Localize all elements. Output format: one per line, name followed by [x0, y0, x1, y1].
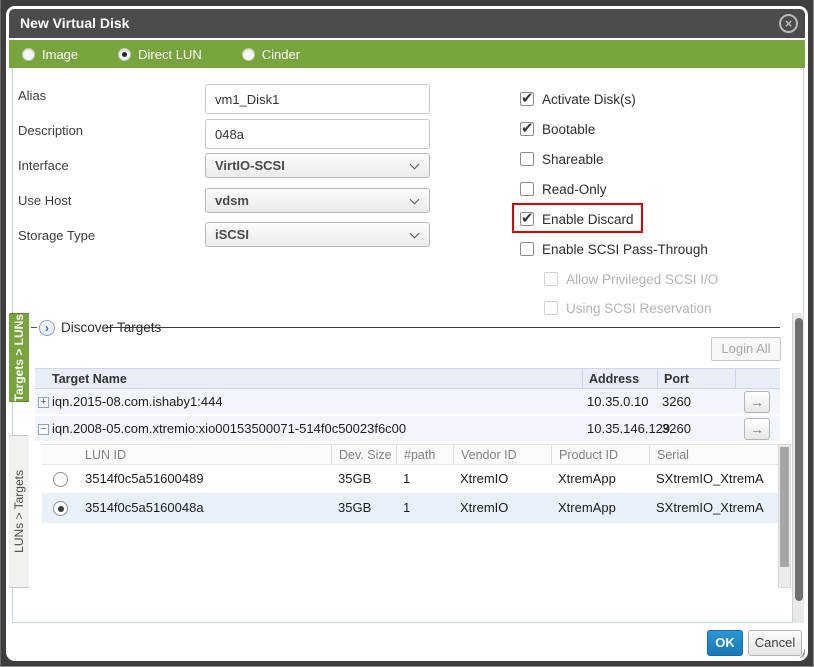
target-address: 10.35.146.129	[587, 416, 670, 441]
close-icon[interactable]: ×	[779, 14, 798, 33]
target-address: 10.35.0.10	[587, 389, 648, 414]
luns-table-scrollbar[interactable]	[778, 444, 791, 588]
tab-targets-to-luns[interactable]: Targets > LUNs	[9, 313, 29, 402]
col-path: #path	[396, 445, 451, 465]
content-panel-border	[12, 68, 804, 623]
target-name: iqn.2008-05.com.xtremio:xio00153500071-5…	[52, 416, 577, 441]
legend-dash	[31, 327, 37, 328]
col-action	[735, 369, 780, 389]
new-virtual-disk-dialog: New Virtual Disk × Image Direct LUN Cind…	[6, 6, 808, 661]
lun-vendor: XtremIO	[460, 494, 550, 522]
lun-product: XtremApp	[558, 494, 648, 522]
lun-id: 3514f0c5a5160048a	[85, 494, 325, 522]
dialog-titlebar: New Virtual Disk ×	[9, 9, 805, 38]
target-port: 3260	[662, 389, 691, 414]
disk-type-image[interactable]: Image	[22, 47, 78, 62]
dialog-scrollbar-thumb[interactable]	[795, 318, 803, 601]
resize-grip-icon[interactable]	[790, 645, 805, 658]
lun-row-2[interactable]: 3514f0c5a5160048a 35GB 1 XtremIO XtremAp…	[42, 494, 778, 523]
lun-row-1[interactable]: 3514f0c5a51600489 35GB 1 XtremIO XtremAp…	[42, 465, 778, 494]
col-lun-id: LUN ID	[85, 445, 325, 465]
login-target-button[interactable]: →	[744, 418, 770, 440]
collapse-minus-icon[interactable]: −	[38, 424, 49, 435]
col-address: Address	[582, 369, 657, 389]
login-target-button[interactable]: →	[744, 391, 770, 413]
col-dev-size: Dev. Size	[331, 445, 394, 465]
col-vendor-id: Vendor ID	[453, 445, 549, 465]
lun-path: 1	[403, 465, 448, 493]
col-serial: Serial	[649, 445, 777, 465]
dialog-window: New Virtual Disk × Image Direct LUN Cind…	[9, 9, 805, 658]
disk-type-image-label: Image	[42, 47, 78, 62]
lun-serial: SXtremIO_XtremA	[656, 494, 776, 522]
lun-dev-size: 35GB	[338, 465, 398, 493]
lun-path: 1	[403, 494, 448, 522]
dialog-title: New Virtual Disk	[20, 15, 129, 31]
col-target-name: Target Name	[52, 369, 577, 389]
radio-cinder-icon[interactable]	[242, 48, 255, 61]
target-name: iqn.2015-08.com.ishaby1:444	[52, 389, 577, 414]
targets-table: Target Name Address Port + iqn.2015-08.c…	[35, 368, 780, 443]
disk-type-bar: Image Direct LUN Cinder	[9, 40, 805, 68]
radio-image-icon[interactable]	[22, 48, 35, 61]
lun-dev-size: 35GB	[338, 494, 398, 522]
tab-luns-to-targets[interactable]: LUNs > Targets	[9, 435, 29, 588]
disk-type-direct-lun-label: Direct LUN	[138, 47, 202, 62]
col-port: Port	[657, 369, 735, 389]
luns-table-header: LUN ID Dev. Size #path Vendor ID Product…	[42, 444, 778, 465]
col-product-id: Product ID	[551, 445, 647, 465]
lun-vendor: XtremIO	[460, 465, 550, 493]
expand-plus-icon[interactable]: +	[38, 397, 49, 408]
legend-line	[106, 327, 780, 328]
targets-table-header: Target Name Address Port	[35, 368, 780, 389]
radio-direct-lun-icon[interactable]	[118, 48, 131, 61]
dialog-scrollbar[interactable]	[792, 313, 804, 623]
target-port: 3260	[662, 416, 691, 441]
target-row-2[interactable]: − iqn.2008-05.com.xtremio:xio00153500071…	[35, 416, 780, 443]
lun-id: 3514f0c5a51600489	[85, 465, 325, 493]
luns-scrollbar-thumb[interactable]	[780, 447, 789, 567]
target-row-1[interactable]: + iqn.2015-08.com.ishaby1:444 10.35.0.10…	[35, 389, 780, 416]
tab-targets-to-luns-label: Targets > LUNs	[12, 314, 26, 401]
lun-serial: SXtremIO_XtremA	[656, 465, 776, 493]
lun-radio-unselected[interactable]	[53, 472, 68, 487]
login-all-button[interactable]: Login All	[711, 337, 781, 361]
lun-radio-selected[interactable]	[53, 501, 68, 516]
tab-luns-to-targets-label: LUNs > Targets	[12, 470, 26, 553]
disk-type-direct-lun[interactable]: Direct LUN	[118, 47, 202, 62]
expand-discover-targets-icon[interactable]: ›	[39, 320, 55, 336]
disk-type-cinder[interactable]: Cinder	[242, 47, 300, 62]
luns-table: LUN ID Dev. Size #path Vendor ID Product…	[42, 444, 778, 523]
ok-button[interactable]: OK	[707, 630, 743, 656]
disk-type-cinder-label: Cinder	[262, 47, 300, 62]
lun-product: XtremApp	[558, 465, 648, 493]
